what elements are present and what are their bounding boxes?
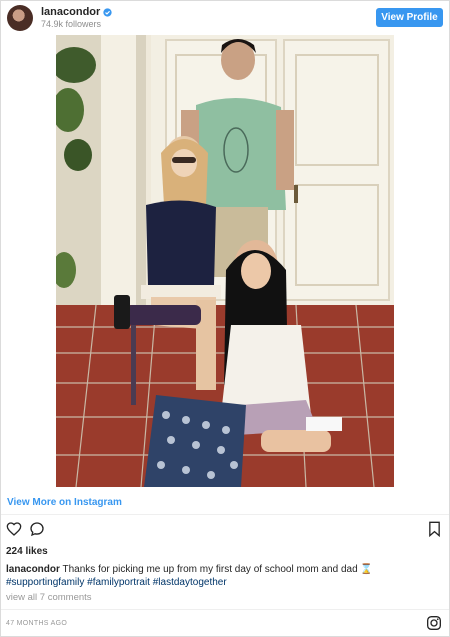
- like-count: 224 likes: [6, 546, 48, 557]
- hourglass-emoji: ⌛: [360, 564, 373, 575]
- divider: [1, 514, 449, 515]
- view-profile-button[interactable]: View Profile: [376, 8, 443, 27]
- divider: [1, 609, 449, 610]
- view-all-comments-link[interactable]: view all 7 comments: [6, 592, 92, 603]
- caption-username[interactable]: lanacondor: [6, 564, 60, 575]
- follower-count: 74.9k followers: [41, 19, 102, 29]
- instagram-embed-card: lanacondor 74.9k followers View Profile: [0, 0, 450, 637]
- post-header: lanacondor 74.9k followers View Profile: [1, 1, 449, 35]
- view-more-on-instagram-link[interactable]: View More on Instagram: [7, 497, 122, 508]
- comment-icon[interactable]: [29, 521, 45, 537]
- verified-badge-icon: [103, 7, 112, 17]
- hashtag[interactable]: #lastdaytogether: [153, 577, 227, 588]
- post-caption: lanacondor Thanks for picking me up from…: [6, 563, 446, 589]
- username-row: lanacondor: [41, 6, 112, 18]
- hashtag[interactable]: #familyportrait: [87, 577, 150, 588]
- heart-icon[interactable]: [6, 521, 22, 537]
- post-timestamp: 47 MONTHS AGO: [6, 620, 68, 627]
- instagram-logo-icon[interactable]: [426, 615, 442, 631]
- avatar[interactable]: [7, 5, 33, 31]
- action-bar: [1, 519, 449, 541]
- post-photo-image: [56, 35, 394, 487]
- username-link[interactable]: lanacondor: [41, 6, 100, 18]
- post-photo[interactable]: [56, 35, 394, 487]
- caption-text: Thanks for picking me up from my first d…: [62, 564, 361, 575]
- bookmark-icon[interactable]: [428, 521, 441, 537]
- hashtag[interactable]: #supportingfamily: [6, 577, 84, 588]
